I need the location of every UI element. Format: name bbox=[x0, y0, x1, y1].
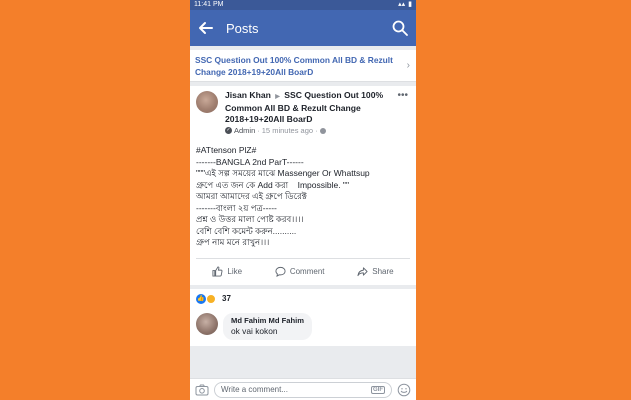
post-body-line: প্রশ্ন ও উত্তর মালা পোষ্ট করব।।।। bbox=[196, 214, 304, 224]
post-meta: ✓ Admin · 15 minutes ago · bbox=[225, 126, 398, 135]
author-block: Jisan Khan ▶ SSC Question Out 100% Commo… bbox=[225, 90, 410, 135]
admin-badge-icon: ✓ bbox=[225, 127, 232, 134]
post-card: Jisan Khan ▶ SSC Question Out 100% Commo… bbox=[190, 86, 416, 285]
post-body-line: গ্রুপ নাম মনে রাখুন।।। bbox=[196, 237, 270, 247]
post-body-line: #ATtenson PlZ# bbox=[196, 145, 257, 155]
meta-separator-2: · bbox=[315, 126, 318, 135]
wow-reaction-icon bbox=[206, 293, 216, 304]
comment-input[interactable]: Write a comment... GIF bbox=[214, 381, 392, 398]
admin-label: Admin bbox=[234, 126, 256, 135]
triangle-right-icon: ▶ bbox=[275, 94, 280, 100]
post-title-text: SSC Question Out 100% Common All BD & Re… bbox=[195, 55, 393, 77]
post-action-bar: Like Comment Share bbox=[196, 257, 410, 285]
author-line: Jisan Khan ▶ SSC Question Out 100% Commo… bbox=[225, 90, 398, 125]
post-body-line: -------বাংলা ২য় পত্র----- bbox=[196, 202, 277, 213]
search-icon[interactable] bbox=[392, 20, 408, 36]
post-body-line: গ্রুপে এত জন কে Add করা Impossible. "" bbox=[196, 179, 349, 190]
comment-composer: Write a comment... GIF bbox=[190, 378, 416, 400]
post-title-link[interactable]: SSC Question Out 100% Common All BD & Re… bbox=[190, 50, 416, 82]
post-time[interactable]: 15 minutes ago bbox=[262, 126, 313, 135]
commenter-avatar[interactable] bbox=[196, 312, 218, 335]
thumbs-up-icon bbox=[212, 266, 223, 277]
app-bar-title: Posts bbox=[226, 20, 259, 36]
camera-icon[interactable] bbox=[195, 383, 209, 397]
share-label: Share bbox=[372, 267, 394, 276]
reactions-summary[interactable]: 👍 37 bbox=[190, 288, 416, 309]
status-time: 11:41 PM bbox=[194, 1, 224, 8]
app-bar: Posts bbox=[190, 10, 416, 46]
author-avatar[interactable] bbox=[196, 91, 218, 113]
comment-input-placeholder: Write a comment... bbox=[221, 385, 288, 394]
battery-icon: ▮ bbox=[408, 1, 412, 8]
comment-author[interactable]: Md Fahim Md Fahim bbox=[231, 316, 304, 325]
like-reaction-icon: 👍 bbox=[196, 293, 206, 304]
meta-separator: · bbox=[257, 126, 260, 135]
globe-icon bbox=[319, 127, 326, 134]
comment-bubble[interactable]: Md Fahim Md Fahim ok vai kokon bbox=[223, 312, 312, 340]
status-bar: 11:41 PM ▴▴ ▮ bbox=[190, 0, 416, 10]
comment-button[interactable]: Comment bbox=[275, 266, 325, 277]
author-name[interactable]: Jisan Khan bbox=[225, 90, 271, 100]
signal-icon: ▴▴ bbox=[398, 1, 406, 8]
share-button[interactable]: Share bbox=[357, 266, 394, 277]
post-body-line: আমরা আমাদের এই গ্রুপে ডিরেক্ট bbox=[196, 191, 307, 201]
post-body-line: বেশি বেশি কমেন্ট করুন.......... bbox=[196, 225, 297, 236]
like-label: Like bbox=[227, 267, 243, 276]
comment-bubble-icon bbox=[275, 266, 286, 277]
comment-text: ok vai kokon bbox=[231, 325, 278, 336]
emoji-icon[interactable] bbox=[397, 383, 411, 397]
post-body-line: -------BANGLA 2nd ParT------ bbox=[196, 156, 304, 167]
chevron-right-icon: › bbox=[406, 60, 410, 71]
like-button[interactable]: Like bbox=[212, 266, 242, 277]
post-header: Jisan Khan ▶ SSC Question Out 100% Commo… bbox=[196, 90, 410, 135]
reaction-count: 37 bbox=[222, 294, 231, 303]
back-arrow-icon[interactable] bbox=[198, 20, 214, 36]
share-arrow-icon bbox=[357, 267, 368, 277]
comment-label: Comment bbox=[289, 267, 325, 276]
comment-item: Md Fahim Md Fahim ok vai kokon bbox=[190, 308, 416, 346]
phone-screen: 11:41 PM ▴▴ ▮ Posts SSC Question Out 100… bbox=[190, 0, 416, 400]
gif-icon[interactable]: GIF bbox=[371, 385, 385, 394]
more-options-icon[interactable]: ••• bbox=[397, 90, 408, 101]
post-body-line: """এই সল্প সময়ের মাঝে Massenger Or What… bbox=[196, 168, 370, 178]
status-icons: ▴▴ ▮ bbox=[398, 0, 412, 10]
post-body: #ATtenson PlZ# -------BANGLA 2nd ParT---… bbox=[196, 145, 410, 255]
